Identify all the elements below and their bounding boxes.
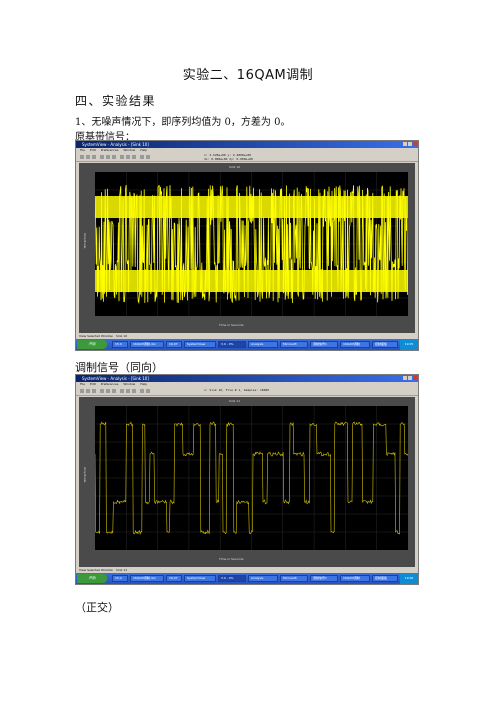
- baseband-waveform: [94, 172, 408, 316]
- screenshot-baseband: SystemView - Analysis - [Sink 10] File E…: [75, 140, 419, 351]
- plot-area[interactable]: [94, 406, 409, 550]
- maximize-icon[interactable]: [408, 376, 412, 380]
- minimize-icon[interactable]: [403, 376, 407, 380]
- menu-edit[interactable]: Edit: [90, 148, 96, 152]
- task-9[interactable]: 16QAM调制: [340, 341, 370, 348]
- open-icon[interactable]: [80, 155, 84, 159]
- task-10[interactable]: 控制面板: [372, 341, 398, 348]
- cursor-readout: x: Sink 10, File # 1, Samples: 16000: [204, 388, 270, 392]
- zoom-icon[interactable]: [100, 155, 104, 159]
- maximize-icon[interactable]: [408, 142, 412, 146]
- window-title: SystemView - Analysis - [Sink 10]: [82, 376, 149, 381]
- plot-area-frame: Sink 11 Amplitude Time in Seconds: [79, 397, 415, 567]
- scale-icon[interactable]: [112, 155, 116, 159]
- grid-icon[interactable]: [120, 389, 124, 393]
- print-icon[interactable]: [92, 155, 96, 159]
- start-button[interactable]: 开始: [77, 340, 107, 349]
- task-8[interactable]: 调制信号1: [310, 341, 338, 348]
- baseband-band-1: [95, 196, 408, 218]
- task-10[interactable]: 控制面板: [372, 575, 398, 582]
- baseband-band-2: [95, 270, 408, 292]
- save-icon[interactable]: [86, 389, 90, 393]
- window-title: SystemView - Analysis - [Sink 10]: [82, 142, 149, 147]
- x-axis-label: Time in Seconds: [219, 323, 244, 327]
- menu-file[interactable]: File: [80, 382, 85, 386]
- task-7[interactable]: Microsoft: [280, 575, 308, 582]
- plot-area-frame: Sink 10 Amplitude Time in Seconds: [79, 163, 415, 333]
- start-button[interactable]: 开始: [77, 574, 107, 583]
- task-8[interactable]: 调制信号1: [310, 575, 338, 582]
- taskbar: 开始 15.0 16QAM调制.doc 16.07 SystemView 3.0…: [76, 339, 418, 350]
- clock: 19:06: [400, 573, 418, 584]
- taskbar: 开始 15.0 16QAM调制.doc 16.07 SystemView 3.0…: [76, 573, 418, 584]
- x-axis-label: Time in Seconds: [219, 557, 244, 561]
- minimize-icon[interactable]: [403, 142, 407, 146]
- menu-window[interactable]: Window: [123, 148, 135, 152]
- points-icon[interactable]: [126, 155, 130, 159]
- plot-area[interactable]: [94, 172, 408, 316]
- task-6[interactable]: Analysis: [248, 341, 278, 348]
- calc-icon[interactable]: [132, 155, 136, 159]
- menu-preferences[interactable]: Preferences: [101, 148, 119, 152]
- task-3[interactable]: 16.07: [166, 341, 182, 348]
- menu-window[interactable]: Window: [123, 382, 135, 386]
- quadrature-label: （正交）: [75, 601, 119, 614]
- open-icon[interactable]: [80, 389, 84, 393]
- menu-preferences[interactable]: Preferences: [101, 382, 119, 386]
- grid-icon[interactable]: [120, 155, 124, 159]
- inphase-waveform: [94, 406, 409, 550]
- plot-title: Sink 11: [229, 399, 241, 403]
- print-icon[interactable]: [92, 389, 96, 393]
- scale-icon[interactable]: [112, 389, 116, 393]
- task-7[interactable]: Microsoft: [280, 341, 308, 348]
- y-axis-label: Amplitude: [83, 467, 87, 483]
- window-controls: [402, 376, 417, 381]
- section-heading: 四、实验结果: [75, 94, 157, 108]
- inphase-label: 调制信号（同向）: [75, 361, 163, 374]
- task-3[interactable]: 16.07: [166, 575, 182, 582]
- task-6[interactable]: Analysis: [248, 575, 278, 582]
- rescale-icon[interactable]: [146, 389, 150, 393]
- pan-icon[interactable]: [106, 155, 110, 159]
- task-5[interactable]: 3.0 - 0%: [218, 341, 246, 348]
- y-axis-label: Amplitude: [83, 233, 87, 249]
- window-titlebar: SystemView - Analysis - [Sink 10]: [76, 375, 418, 382]
- task-2[interactable]: 16QAM调制.doc: [130, 575, 164, 582]
- task-2[interactable]: 16QAM调制.doc: [130, 341, 164, 348]
- window-titlebar: SystemView - Analysis - [Sink 10]: [76, 141, 418, 148]
- close-icon[interactable]: [413, 376, 417, 380]
- task-5[interactable]: 3.0 - 0%: [218, 575, 246, 582]
- cursor-readout: x: 2.528e+00 y: 2.4000e+00 dx: 0.000e+00…: [204, 153, 253, 161]
- menu-edit[interactable]: Edit: [90, 382, 96, 386]
- overlay-icon[interactable]: [140, 389, 144, 393]
- close-icon[interactable]: [413, 142, 417, 146]
- window-controls: [402, 142, 417, 147]
- menu-file[interactable]: File: [80, 148, 85, 152]
- task-1[interactable]: 15.0: [112, 341, 128, 348]
- overlay-icon[interactable]: [140, 155, 144, 159]
- task-9[interactable]: 16QAM调制: [340, 575, 370, 582]
- item-1-text: 1、无噪声情况下，即序列均值为 0，方差为 0。: [75, 117, 291, 128]
- screenshot-inphase: SystemView - Analysis - [Sink 10] File E…: [75, 374, 419, 585]
- zoom-icon[interactable]: [100, 389, 104, 393]
- plot-title: Sink 10: [229, 165, 241, 169]
- save-icon[interactable]: [86, 155, 90, 159]
- task-4[interactable]: SystemView: [184, 341, 216, 348]
- menu-help[interactable]: Help: [140, 382, 147, 386]
- clock: 19:05: [400, 339, 418, 350]
- menu-help[interactable]: Help: [140, 148, 147, 152]
- points-icon[interactable]: [126, 389, 130, 393]
- task-4[interactable]: SystemView: [184, 575, 216, 582]
- document-title: 实验二、16QAM调制: [182, 68, 314, 83]
- pan-icon[interactable]: [106, 389, 110, 393]
- calc-icon[interactable]: [132, 389, 136, 393]
- rescale-icon[interactable]: [146, 155, 150, 159]
- task-1[interactable]: 15.0: [112, 575, 128, 582]
